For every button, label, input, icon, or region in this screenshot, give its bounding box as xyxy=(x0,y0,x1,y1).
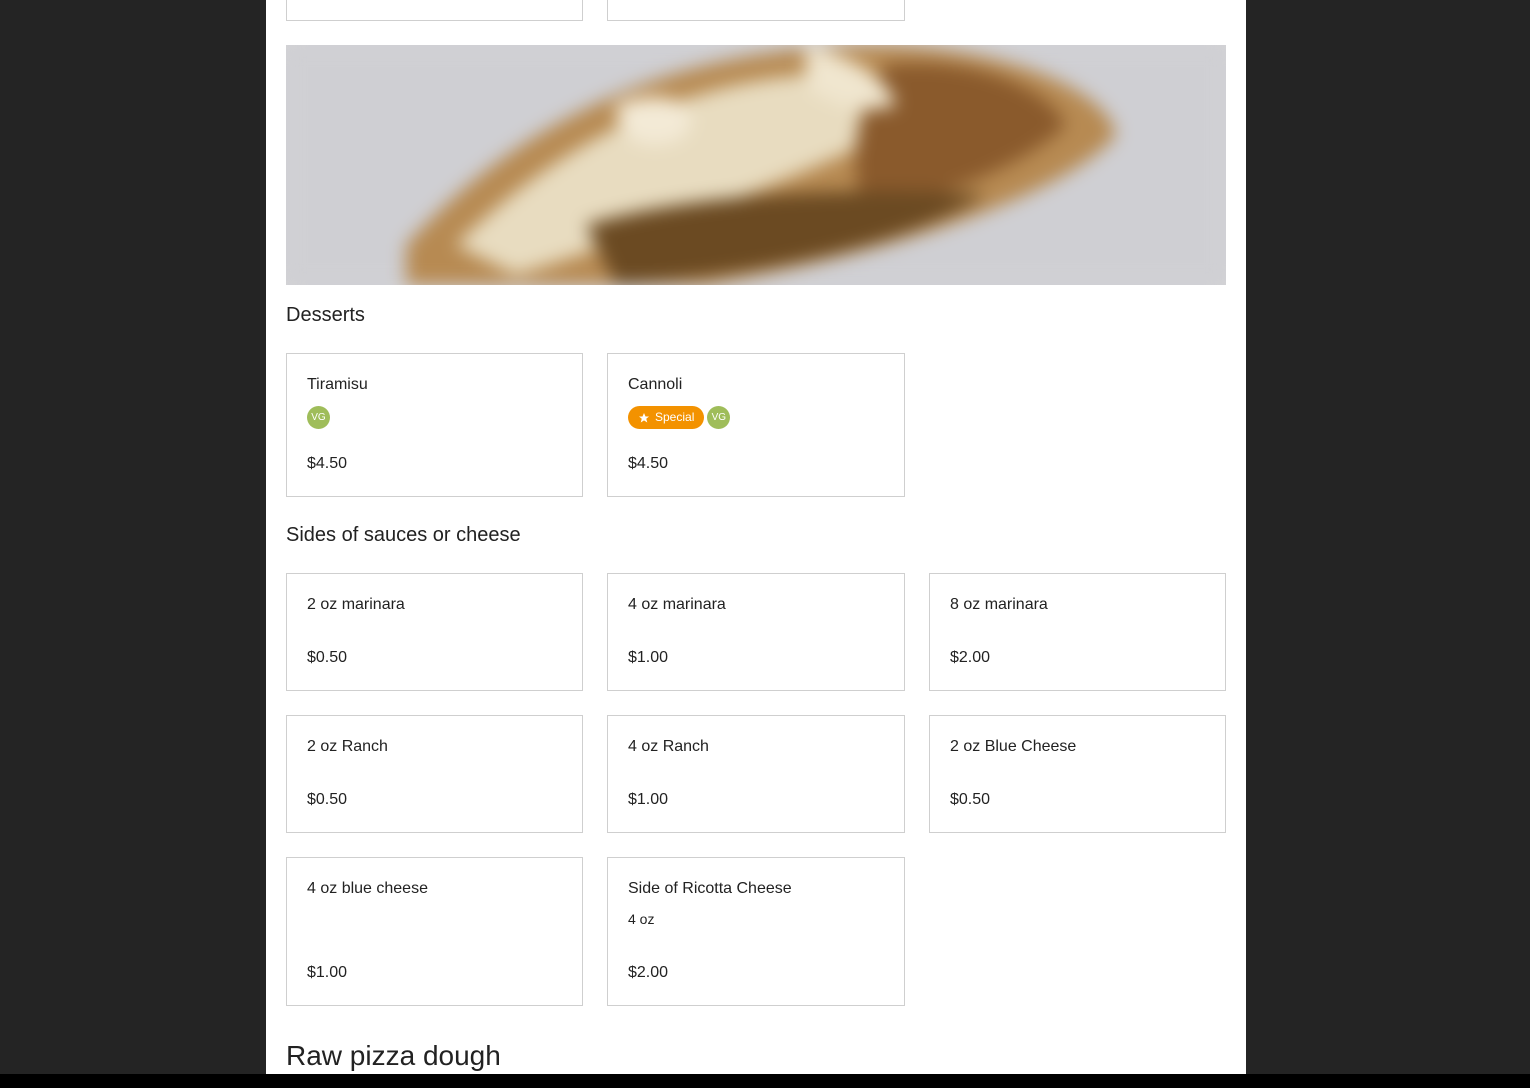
menu-item-name: Tiramisu xyxy=(307,376,368,393)
menu-item-price: $1.00 xyxy=(628,791,669,808)
menu-item-name: 4 oz marinara xyxy=(628,596,726,613)
menu-page: Desserts Tiramisu VG $4.50 Cannoli Speci… xyxy=(266,0,1246,1074)
menu-item-price: $2.00 xyxy=(628,964,669,981)
menu-item-card[interactable]: 8 oz marinara $2.00 xyxy=(929,573,1226,691)
menu-item-name: 4 oz blue cheese xyxy=(307,880,428,897)
special-badge: Special xyxy=(628,406,705,429)
menu-item-name: 4 oz Ranch xyxy=(628,738,709,755)
menu-item-name: 2 oz Ranch xyxy=(307,738,388,755)
section-title-desserts: Desserts xyxy=(286,304,365,326)
menu-item-price: $0.50 xyxy=(950,791,991,808)
menu-item-price: $1.00 xyxy=(628,649,669,666)
menu-item-price: $4.50 xyxy=(628,455,669,472)
menu-item-description: 4 oz xyxy=(628,911,655,927)
menu-item-name: 8 oz marinara xyxy=(950,596,1048,613)
menu-item-card-cannoli[interactable]: Cannoli Special VG $4.50 xyxy=(607,353,905,497)
vegetarian-badge: VG xyxy=(307,406,330,429)
menu-item-card[interactable]: 2 oz Blue Cheese $0.50 xyxy=(929,715,1226,833)
menu-item-price: $0.50 xyxy=(307,649,348,666)
menu-item-card[interactable]: 4 oz Ranch $1.00 xyxy=(607,715,905,833)
menu-item-name: 2 oz Blue Cheese xyxy=(950,738,1077,755)
menu-item-card-partial[interactable] xyxy=(607,0,905,21)
menu-item-card-tiramisu[interactable]: Tiramisu VG $4.50 xyxy=(286,353,583,497)
vegetarian-badge: VG xyxy=(707,406,731,429)
bottom-bar xyxy=(0,1074,1530,1088)
menu-item-card[interactable]: 2 oz marinara $0.50 xyxy=(286,573,583,691)
menu-item-badges: VG xyxy=(307,406,330,429)
menu-item-card[interactable]: 4 oz marinara $1.00 xyxy=(607,573,905,691)
menu-item-price: $4.50 xyxy=(307,455,348,472)
menu-item-card[interactable]: Side of Ricotta Cheese 4 oz $2.00 xyxy=(607,857,905,1006)
special-badge-label: Special xyxy=(655,410,695,424)
menu-item-name: Cannoli xyxy=(628,376,683,393)
menu-item-card-partial[interactable] xyxy=(286,0,583,21)
menu-item-name: 2 oz marinara xyxy=(307,596,405,613)
menu-item-price: $1.00 xyxy=(307,964,348,981)
menu-item-badges: Special VG xyxy=(628,406,731,429)
menu-item-card[interactable]: 4 oz blue cheese $1.00 xyxy=(286,857,583,1006)
star-icon xyxy=(638,412,650,424)
section-title-sides: Sides of sauces or cheese xyxy=(286,524,521,546)
menu-item-price: $2.00 xyxy=(950,649,991,666)
desserts-banner-image xyxy=(286,45,1226,285)
menu-item-price: $0.50 xyxy=(307,791,348,808)
menu-item-card[interactable]: 2 oz Ranch $0.50 xyxy=(286,715,583,833)
menu-item-name: Side of Ricotta Cheese xyxy=(628,880,792,897)
section-title-raw-pizza-dough: Raw pizza dough xyxy=(286,1040,501,1071)
